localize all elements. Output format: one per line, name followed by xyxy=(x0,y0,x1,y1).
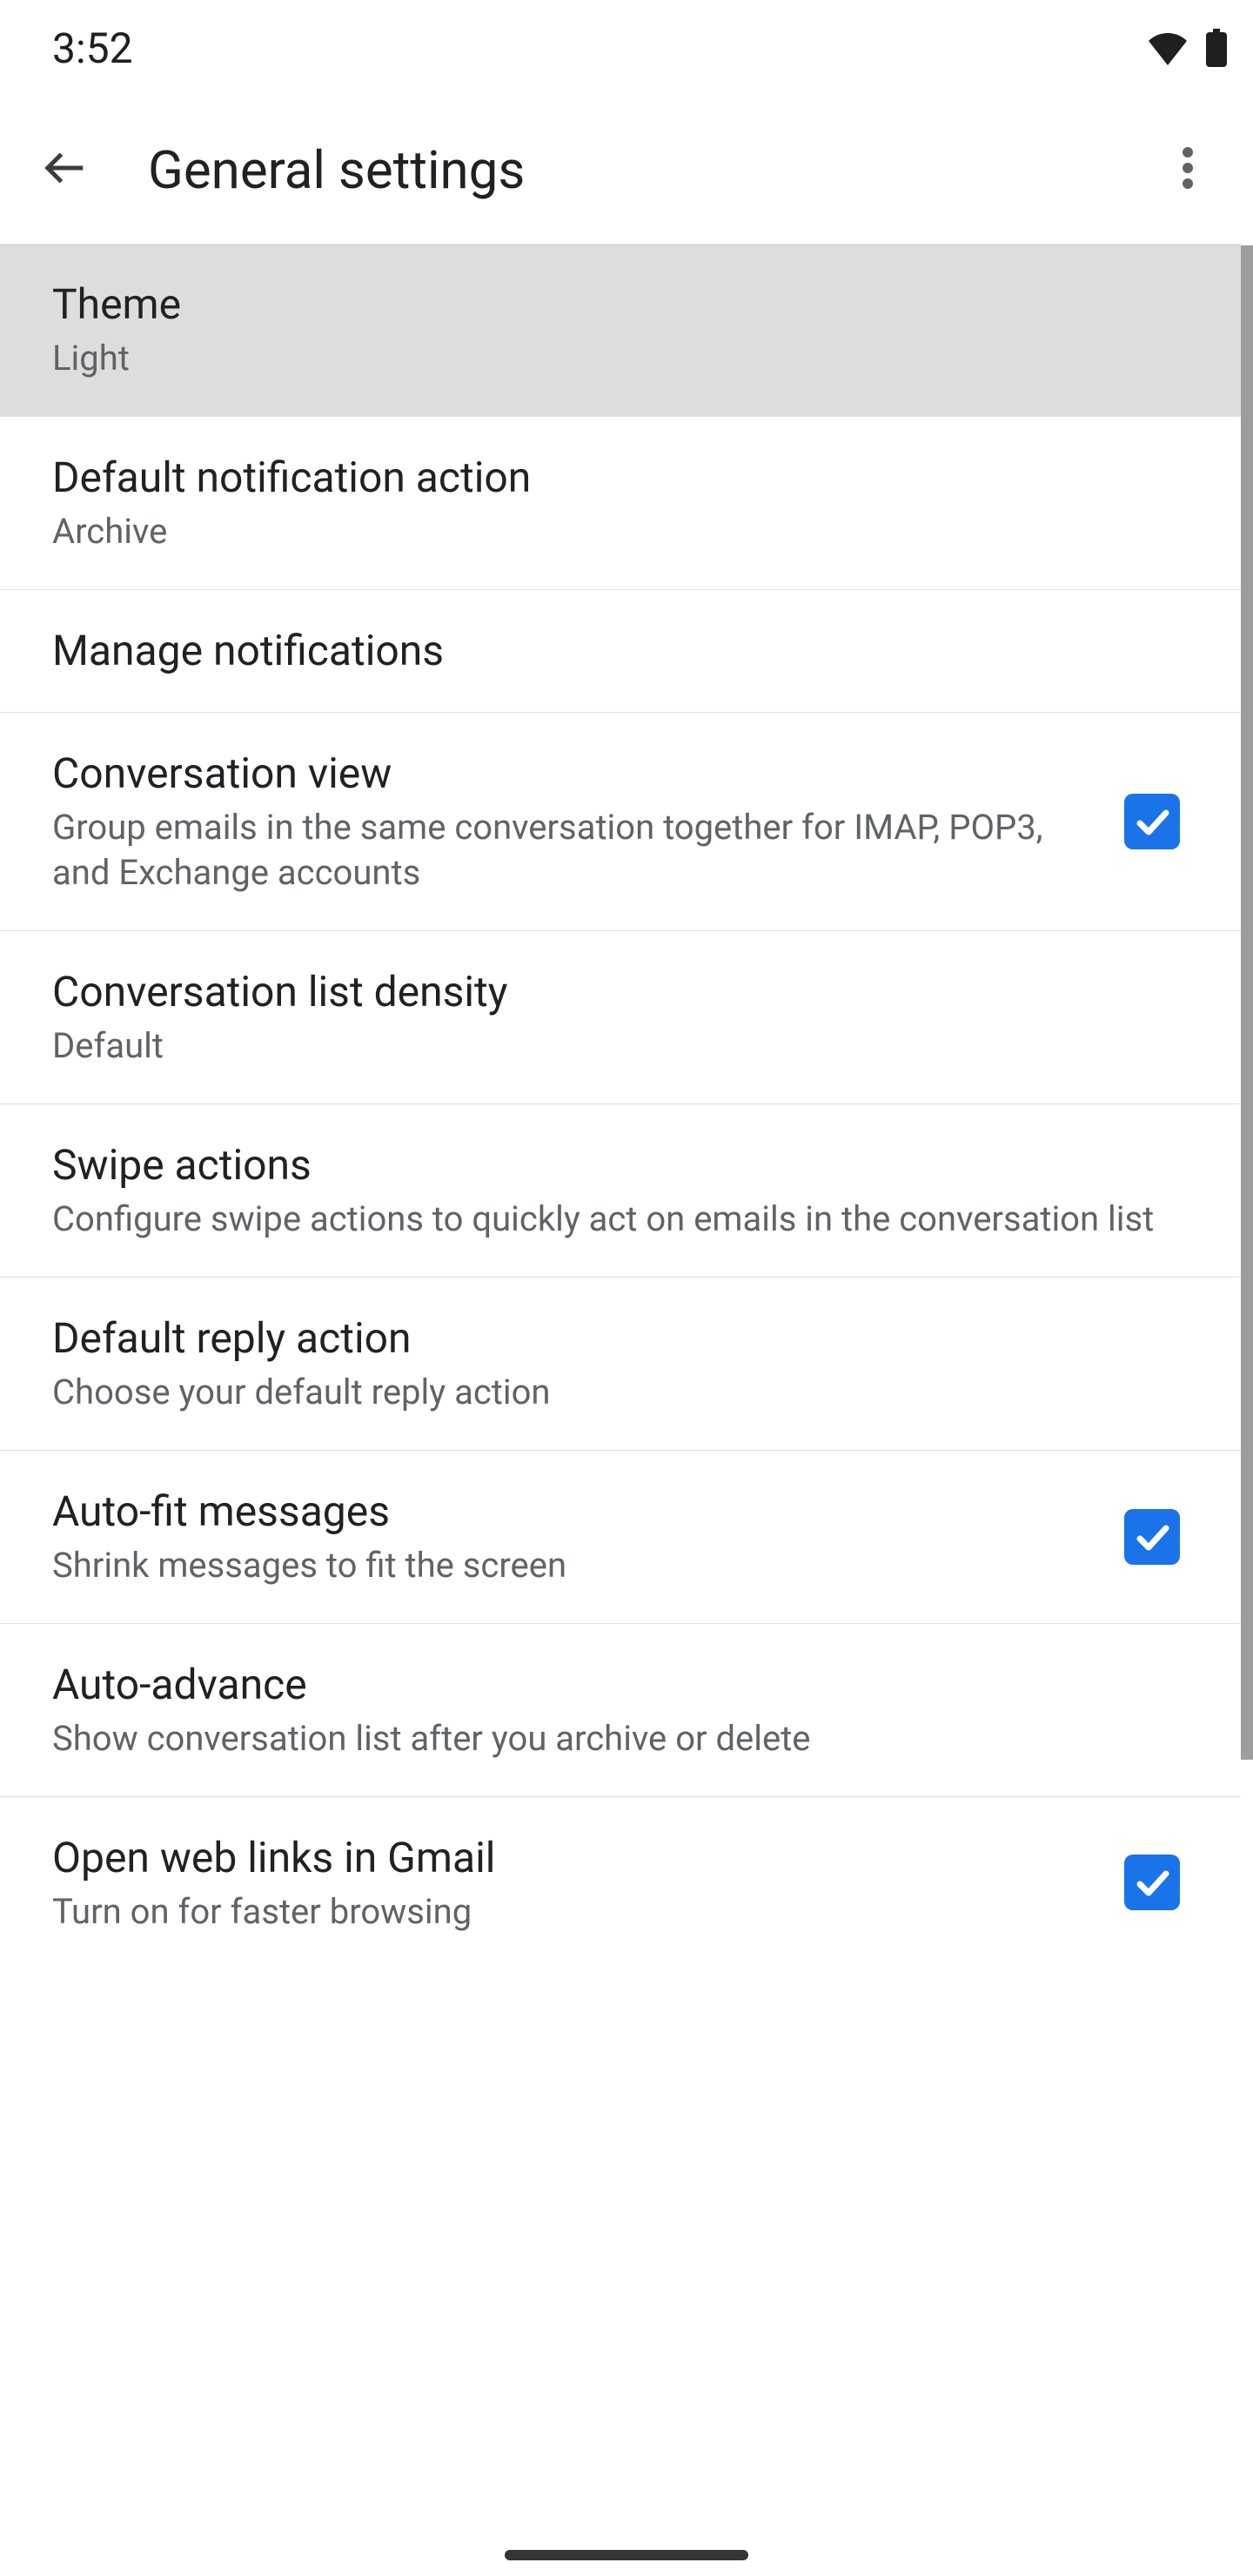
setting-conversation-view[interactable]: Conversation view Group emails in the sa… xyxy=(0,713,1241,931)
setting-title: Default reply action xyxy=(52,1312,1163,1365)
setting-manage-notifications[interactable]: Manage notifications xyxy=(0,590,1241,713)
status-bar: 3:52 xyxy=(0,0,1253,96)
wifi-icon xyxy=(1147,30,1189,65)
checkbox-web-links[interactable] xyxy=(1124,1855,1180,1910)
more-options-button[interactable] xyxy=(1140,122,1236,218)
page-title: General settings xyxy=(148,139,1140,201)
setting-subtitle: Shrink messages to fit the screen xyxy=(52,1543,1098,1588)
setting-subtitle: Group emails in the same conversation to… xyxy=(52,805,1098,896)
status-time: 3:52 xyxy=(52,23,133,73)
setting-swipe-actions[interactable]: Swipe actions Configure swipe actions to… xyxy=(0,1104,1241,1278)
more-vert-icon xyxy=(1183,147,1193,192)
setting-title: Manage notifications xyxy=(52,625,1163,677)
nav-handle[interactable] xyxy=(505,2550,748,2560)
setting-subtitle: Default xyxy=(52,1023,1163,1069)
setting-auto-fit-messages[interactable]: Auto-fit messages Shrink messages to fit… xyxy=(0,1451,1241,1624)
setting-title: Theme xyxy=(52,278,1163,331)
setting-subtitle: Archive xyxy=(52,509,1163,554)
setting-subtitle: Light xyxy=(52,336,1163,381)
battery-icon xyxy=(1204,29,1229,67)
checkbox-auto-fit[interactable] xyxy=(1124,1509,1180,1565)
setting-title: Open web links in Gmail xyxy=(52,1832,1098,1884)
setting-title: Conversation view xyxy=(52,748,1098,800)
arrow-left-icon xyxy=(42,144,89,195)
scrollbar-thumb[interactable] xyxy=(1241,245,1253,1760)
setting-subtitle: Configure swipe actions to quickly act o… xyxy=(52,1197,1163,1242)
setting-default-reply-action[interactable]: Default reply action Choose your default… xyxy=(0,1278,1241,1451)
settings-list[interactable]: Theme Light Default notification action … xyxy=(0,244,1241,2576)
setting-title: Auto-advance xyxy=(52,1659,1163,1711)
app-bar: General settings xyxy=(0,96,1253,244)
setting-title: Swipe actions xyxy=(52,1139,1163,1191)
setting-subtitle: Show conversation list after you archive… xyxy=(52,1716,1163,1761)
setting-title: Auto-fit messages xyxy=(52,1486,1098,1538)
setting-title: Default notification action xyxy=(52,452,1163,504)
setting-title: Conversation list density xyxy=(52,966,1163,1018)
status-icons xyxy=(1147,29,1229,67)
setting-default-notification-action[interactable]: Default notification action Archive xyxy=(0,417,1241,590)
setting-subtitle: Turn on for faster browsing xyxy=(52,1889,1098,1933)
setting-open-web-links[interactable]: Open web links in Gmail Turn on for fast… xyxy=(0,1797,1241,1968)
setting-conversation-list-density[interactable]: Conversation list density Default xyxy=(0,931,1241,1104)
setting-subtitle: Choose your default reply action xyxy=(52,1370,1163,1415)
back-button[interactable] xyxy=(17,122,113,218)
setting-theme[interactable]: Theme Light xyxy=(0,244,1241,417)
checkbox-conversation-view[interactable] xyxy=(1124,794,1180,849)
setting-auto-advance[interactable]: Auto-advance Show conversation list afte… xyxy=(0,1624,1241,1797)
